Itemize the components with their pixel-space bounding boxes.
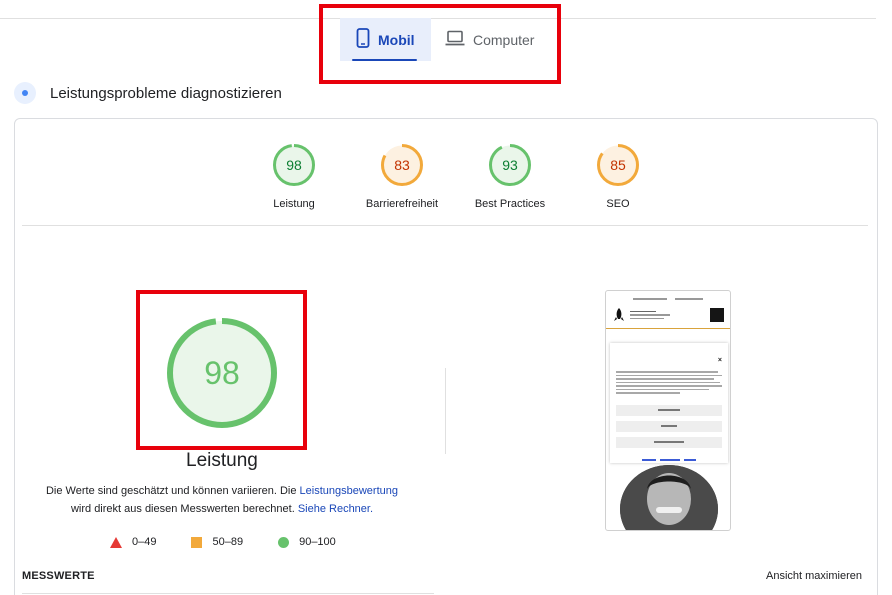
highlight-box-tabs — [319, 4, 561, 84]
thumb-header — [606, 300, 730, 322]
highlight-box-performance — [136, 290, 307, 450]
gauge-label: Barrierefreiheit — [365, 198, 439, 210]
gauge-value: 85 — [610, 157, 626, 173]
legend-poor: 0–49 — [110, 536, 156, 548]
performance-description: Die Werte sind geschätzt und können vari… — [22, 482, 422, 518]
metrics-divider — [22, 593, 434, 594]
score-gauges: 98 Leistung 83 Barrierefreiheit 93 Best … — [240, 143, 672, 210]
triangle-icon — [110, 536, 122, 548]
gauge-seo[interactable]: 85 SEO — [564, 143, 672, 210]
thumb-button — [616, 421, 722, 432]
close-icon: × — [717, 357, 722, 364]
metrics-heading: MESSWERTE — [22, 570, 95, 582]
rocket-logo-icon — [614, 308, 624, 322]
thumb-modal-text — [616, 371, 722, 394]
thumb-button — [616, 437, 722, 448]
gauge-value: 83 — [394, 157, 410, 173]
expand-view-button[interactable]: Ansicht maximieren — [766, 570, 862, 582]
description-text: Die Werte sind geschätzt und können vari… — [45, 485, 300, 497]
link-leistungsbewertung[interactable]: Leistungsbewertung — [300, 485, 398, 497]
thumb-topbar — [606, 291, 730, 300]
gauge-label: SEO — [606, 198, 630, 210]
gauge-value: 93 — [502, 157, 518, 173]
gauge-label: Leistung — [273, 198, 315, 210]
section-title: Leistungsprobleme diagnostizieren — [50, 84, 282, 102]
legend-range: 50–89 — [212, 536, 244, 548]
description-text: wird direkt aus diesen Messwerten berech… — [70, 503, 298, 515]
page-screenshot-thumbnail: × — [605, 290, 731, 531]
gauge-ring: 93 — [489, 144, 531, 186]
performance-label: Leistung — [186, 450, 258, 471]
legend-range: 90–100 — [299, 536, 336, 548]
thumb-accent-line — [606, 328, 730, 329]
thumb-portrait-image — [620, 465, 718, 530]
legend-average: 50–89 — [191, 536, 243, 548]
thumb-cookie-modal: × — [610, 343, 728, 463]
circle-icon — [278, 536, 290, 548]
legend-good: 90–100 — [278, 536, 336, 548]
diagnose-header: Leistungsprobleme diagnostizieren — [14, 82, 282, 104]
gauge-label: Best Practices — [474, 198, 546, 210]
square-icon — [191, 536, 203, 548]
gauge-ring: 98 — [273, 144, 315, 186]
gauge-barrierefreiheit[interactable]: 83 Barrierefreiheit — [348, 143, 456, 210]
thumb-title-lines — [630, 310, 704, 320]
gauge-leistung[interactable]: 98 Leistung — [240, 143, 348, 210]
gauge-ring: 83 — [381, 144, 423, 186]
link-rechner[interactable]: Siehe Rechner. — [298, 503, 373, 515]
thumb-button — [616, 405, 722, 416]
vertical-divider — [445, 368, 446, 454]
gauges-divider — [22, 225, 868, 226]
gauge-ring: 85 — [597, 144, 639, 186]
thumb-links — [616, 459, 722, 461]
gauge-value: 98 — [286, 157, 302, 173]
legend-range: 0–49 — [132, 536, 157, 548]
performance-dot-icon — [14, 82, 36, 104]
score-legend: 0–49 50–89 90–100 — [110, 536, 371, 548]
thumb-menu-icon — [710, 308, 724, 322]
gauge-best-practices[interactable]: 93 Best Practices — [456, 143, 564, 210]
